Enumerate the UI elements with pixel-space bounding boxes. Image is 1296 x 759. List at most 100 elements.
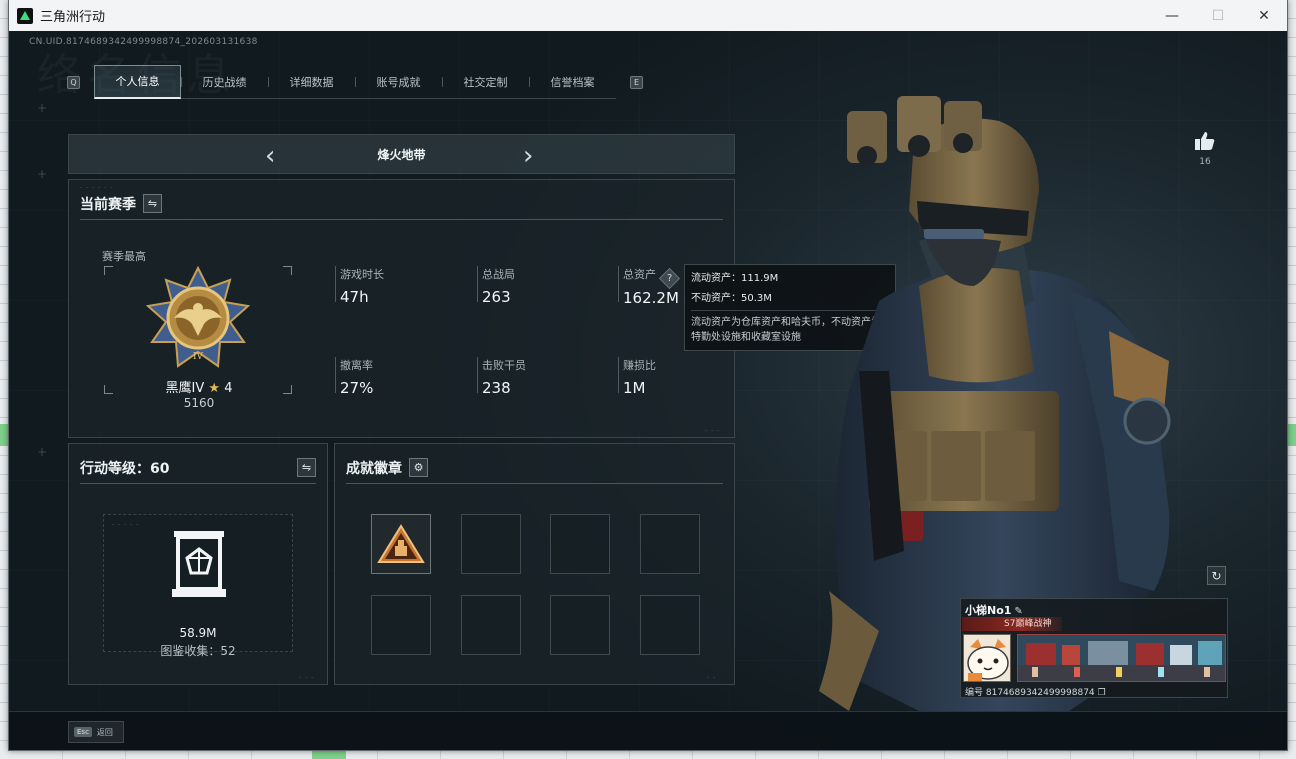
svg-text:IV: IV	[193, 352, 204, 362]
collection-display-icon	[172, 531, 226, 597]
decor-micro: - - - - - -	[80, 184, 114, 191]
tab-reputation[interactable]: 信誉档案	[529, 65, 616, 99]
stat-play-time: 游戏时长 47h	[335, 266, 384, 306]
rank-name: 黑鹰IV ★ 4	[69, 377, 329, 396]
season-best-label: 赛季最高	[102, 250, 146, 263]
rank-emblem-icon: IV	[145, 266, 251, 368]
player-name-row: 小梯No1 ✎	[965, 602, 1023, 618]
badge-settings-button[interactable]: ⚙	[409, 458, 428, 477]
mode-prev-button[interactable]: ‹	[265, 141, 275, 171]
game-viewport: 络名信息 CN.UID.8174689342499998874_20260313…	[9, 31, 1287, 750]
badge-slot-1[interactable]	[371, 514, 431, 574]
like-count: 16	[1199, 157, 1211, 167]
level-panel: 行动等级：60 ⇋ - - - - - 58.9M 图鉴收集：52 - - -	[68, 443, 328, 685]
player-card[interactable]: 小梯No1 ✎ S7巅峰战神 编号 8174689342499998874 ❐	[960, 598, 1228, 698]
tab-history[interactable]: 历史战绩	[181, 65, 268, 99]
stat-label: 总战局	[482, 268, 515, 281]
badge-slot-6[interactable]	[461, 595, 521, 655]
player-id: 编号 8174689342499998874	[965, 688, 1095, 698]
window-title: 三角洲行动	[40, 10, 106, 25]
badge-slot-5[interactable]	[371, 595, 431, 655]
uid-text: CN.UID.8174689342499998874_202603131638	[29, 37, 258, 47]
desktop-cell-highlight	[312, 751, 346, 759]
star-icon: ★	[208, 381, 221, 396]
decor-micro: - - - - -	[112, 521, 140, 528]
rank-score: 5160	[183, 396, 215, 410]
season-title: 当前赛季	[80, 197, 136, 213]
decor-crosshair: +	[37, 167, 48, 181]
player-id-row: 编号 8174689342499998874 ❐	[965, 685, 1106, 698]
minimize-button[interactable]: —	[1149, 0, 1195, 31]
decor-micro: - -	[707, 674, 717, 681]
rank-frame: IV	[104, 266, 292, 394]
frame-corner	[104, 266, 113, 275]
stat-value: 27%	[340, 379, 374, 397]
window-controls: — ☐ ✕	[1149, 0, 1287, 31]
stat-operators-defeated: 击败干员 238	[477, 357, 526, 397]
title-divider	[346, 483, 723, 484]
thumbs-up-icon	[1195, 132, 1215, 150]
tab-next-key[interactable]: E	[630, 75, 643, 89]
tab-prev-key[interactable]: Q	[67, 75, 80, 89]
stat-value: 263	[482, 288, 511, 306]
level-swap-button[interactable]: ⇋	[297, 458, 316, 477]
tab-bar: Q 个人信息 历史战绩 详细数据 账号成就 社交定制 信誉档案 E	[67, 64, 643, 99]
edit-icon[interactable]: ✎	[1014, 606, 1022, 617]
player-title-tag: S7巅峰战神	[962, 617, 1062, 631]
back-label: 返回	[96, 727, 113, 737]
tab-detailed-data[interactable]: 详细数据	[268, 65, 355, 99]
stat-label: 击败干员	[482, 359, 526, 372]
collection-label: 图鉴收集：52	[160, 644, 236, 658]
stat-label: 赚损比	[623, 359, 656, 372]
player-name: 小梯No1	[965, 604, 1012, 617]
stat-label: 总资产?	[623, 266, 681, 290]
badge-slot-4[interactable]	[640, 514, 700, 574]
like-button[interactable]: 16	[1190, 131, 1220, 167]
rank-name-text: 黑鹰IV	[165, 381, 205, 396]
title-bar: 三角洲行动 — ☐ ✕	[9, 0, 1287, 31]
decor-crosshair: +	[37, 101, 48, 115]
player-banner	[1017, 634, 1226, 682]
tab-social[interactable]: 社交定制	[442, 65, 529, 99]
mode-selector: ‹ 烽火地带 ›	[68, 134, 735, 174]
tab-personal-info[interactable]: 个人信息	[94, 64, 181, 99]
help-icon[interactable]: ?	[658, 267, 681, 290]
pixel-banner-image	[1018, 635, 1225, 681]
stat-label-text: 总资产	[623, 268, 656, 281]
tab-achievements[interactable]: 账号成就	[355, 65, 442, 99]
desktop-cell-highlight	[1288, 424, 1296, 446]
decor-crosshair: +	[37, 445, 48, 459]
title-divider	[80, 219, 723, 220]
badge-slot-7[interactable]	[550, 595, 610, 655]
stat-value: 162.2M	[623, 289, 679, 307]
bottom-bar: Esc 返回	[9, 711, 1287, 750]
badge-panel: 成就徽章 ⚙ - -	[334, 443, 735, 685]
season-swap-button[interactable]: ⇋	[143, 194, 162, 213]
esc-key: Esc	[74, 727, 92, 737]
mode-next-button[interactable]: ›	[523, 141, 533, 171]
stat-total-matches: 总战局 263	[477, 266, 515, 306]
stat-extraction-rate: 撤离率 27%	[335, 357, 373, 397]
stat-label: 撤离率	[340, 359, 373, 372]
avatar-cat-icon	[967, 639, 1009, 681]
copy-icon[interactable]: ❐	[1098, 688, 1106, 698]
back-button[interactable]: Esc 返回	[68, 721, 124, 743]
badge-pyramid-icon	[377, 524, 425, 563]
maximize-button[interactable]: ☐	[1195, 0, 1241, 31]
avatar[interactable]	[963, 634, 1011, 682]
app-logo-icon	[17, 7, 33, 24]
mode-title: 烽火地带	[377, 147, 426, 162]
stat-value: 238	[482, 379, 511, 397]
stat-value: 47h	[340, 288, 369, 306]
game-window: 三角洲行动 — ☐ ✕ 络名信息 CN.UID.8174689342499998…	[8, 0, 1288, 751]
help-icon-glyph: ?	[666, 273, 673, 284]
badge-slot-2[interactable]	[461, 514, 521, 574]
decor-micro: - - -	[705, 427, 721, 434]
badge-slot-3[interactable]	[550, 514, 610, 574]
desktop-cell-highlight	[0, 424, 8, 446]
badge-slot-8[interactable]	[640, 595, 700, 655]
refresh-button[interactable]: ↻	[1207, 566, 1226, 585]
tab-list: 个人信息 历史战绩 详细数据 账号成就 社交定制 信誉档案	[94, 64, 616, 99]
close-button[interactable]: ✕	[1241, 0, 1287, 31]
season-panel: - - - - - - 当前赛季 ⇋ 赛季最高 IV 黑鹰IV ★ 4 5160…	[68, 179, 735, 438]
